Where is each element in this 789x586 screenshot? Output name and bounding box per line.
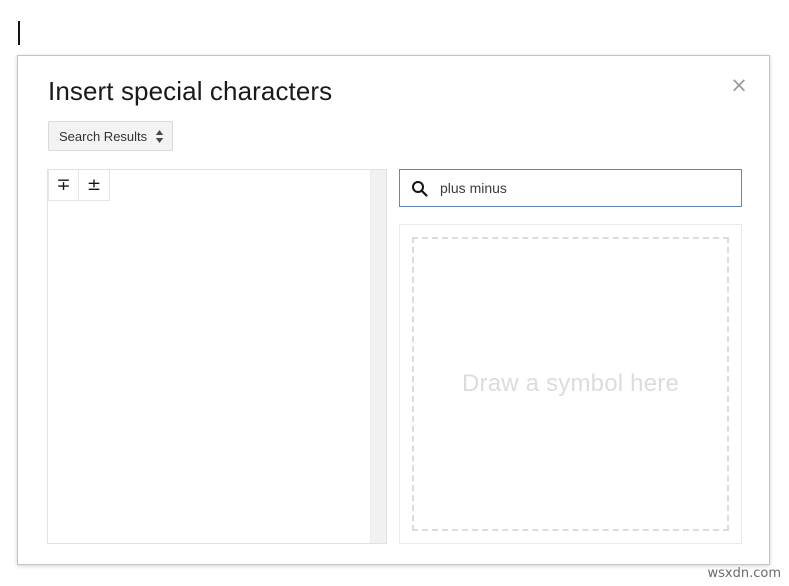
category-dropdown[interactable]: Search Results xyxy=(48,121,173,151)
insert-special-characters-dialog: Insert special characters × Search Resul… xyxy=(17,55,770,565)
text-caret xyxy=(18,21,20,45)
search-icon xyxy=(411,180,428,197)
character-cell-minus-plus[interactable]: ∓ xyxy=(48,170,79,201)
search-results-panel: ∓ ± xyxy=(47,169,387,544)
dialog-title: Insert special characters xyxy=(48,76,332,107)
close-icon[interactable]: × xyxy=(726,72,752,98)
draw-symbol-panel: Draw a symbol here xyxy=(399,224,742,544)
chevron-updown-icon xyxy=(155,129,164,144)
results-scrollbar[interactable] xyxy=(370,170,386,543)
site-watermark: wsxdn.com xyxy=(708,566,782,581)
draw-placeholder-text: Draw a symbol here xyxy=(462,370,679,398)
character-cell-plus-minus[interactable]: ± xyxy=(79,170,110,201)
search-input[interactable] xyxy=(440,180,720,196)
search-field-wrapper[interactable] xyxy=(399,169,742,207)
draw-canvas[interactable]: Draw a symbol here xyxy=(412,237,729,531)
category-dropdown-label: Search Results xyxy=(59,129,147,144)
character-grid: ∓ ± xyxy=(48,170,386,201)
